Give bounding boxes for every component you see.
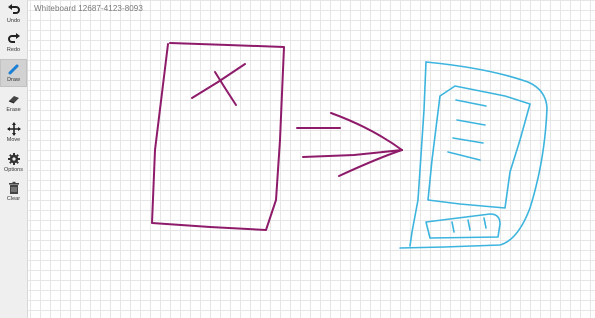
- pencil-icon: [8, 64, 18, 75]
- erase-label: Erase: [6, 107, 21, 113]
- drawing-layer: [151, 42, 548, 249]
- magenta-rectangle-sketch: [151, 42, 285, 231]
- options-label: Options: [4, 167, 23, 173]
- gear-icon: [7, 153, 20, 165]
- cyan-tablet-sketch: [399, 61, 548, 249]
- erase-button[interactable]: Erase: [0, 89, 27, 117]
- trash-icon: [8, 181, 19, 194]
- options-button[interactable]: Options: [0, 149, 27, 177]
- eraser-icon: [8, 96, 19, 104]
- redo-button[interactable]: Redo: [0, 29, 27, 57]
- toolbar: Undo Redo Draw Erase Move Options Clear: [0, 0, 28, 318]
- draw-label: Draw: [7, 77, 20, 83]
- draw-button[interactable]: Draw: [0, 59, 27, 87]
- magenta-double-arrow-sketch: [296, 112, 403, 177]
- clear-button[interactable]: Clear: [0, 178, 27, 206]
- redo-label: Redo: [6, 47, 21, 53]
- redo-icon: [7, 33, 20, 43]
- move-label: Move: [6, 137, 21, 143]
- clear-label: Clear: [6, 196, 21, 202]
- undo-label: Undo: [6, 18, 21, 24]
- move-arrows-icon: [6, 122, 21, 136]
- whiteboard-canvas[interactable]: Whiteboard 12687-4123-8093: [0, 0, 595, 318]
- move-button[interactable]: Move: [0, 119, 27, 147]
- undo-button[interactable]: Undo: [0, 0, 27, 28]
- undo-icon: [7, 4, 20, 14]
